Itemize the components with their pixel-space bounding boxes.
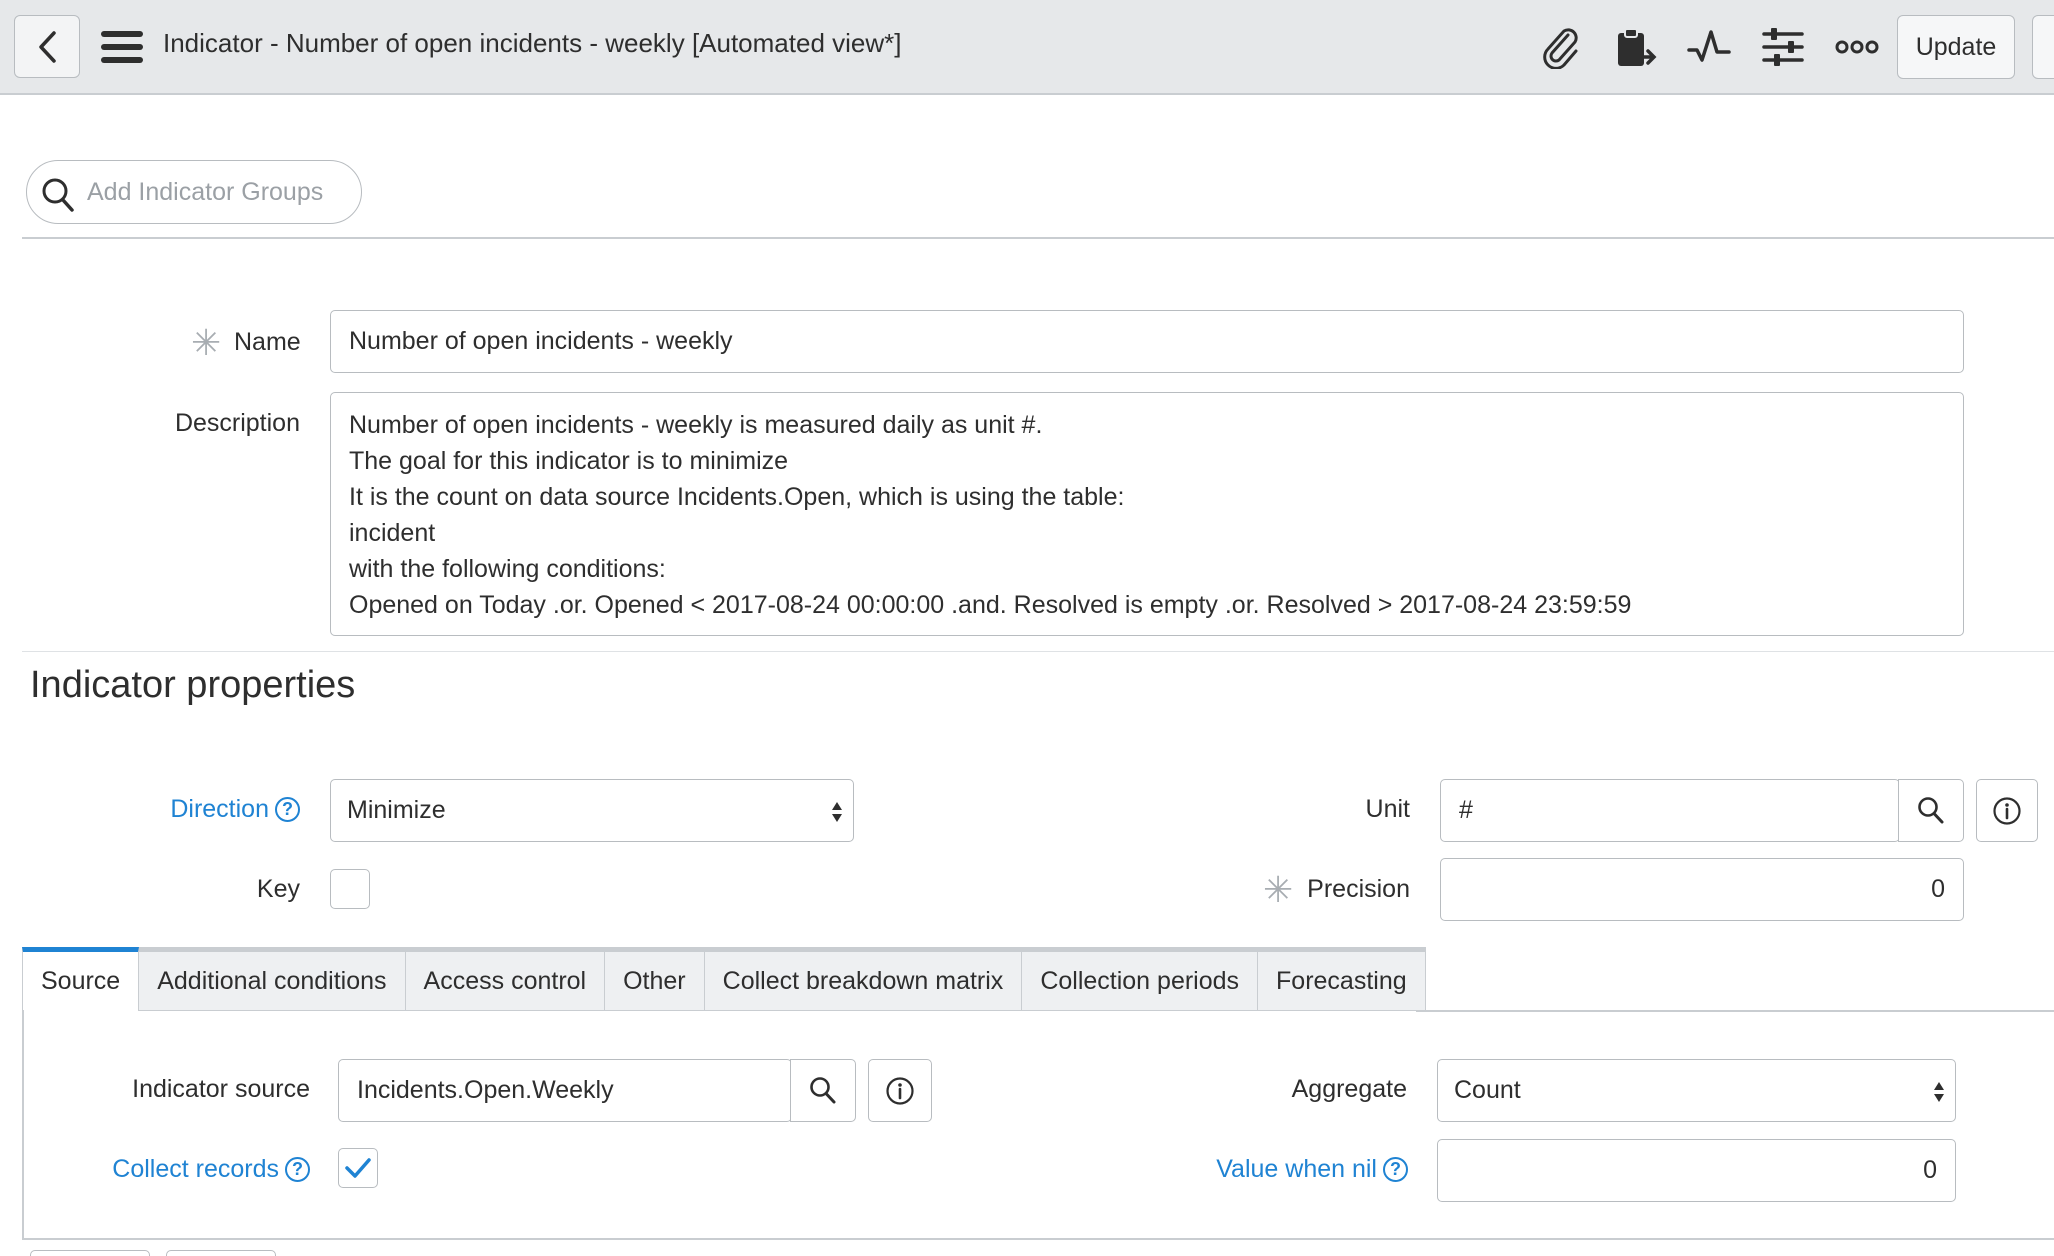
tab-access-control[interactable]: Access control	[405, 947, 606, 1011]
value-when-nil-label-text: Value when nil	[1216, 1155, 1377, 1183]
search-icon	[1918, 796, 1944, 823]
sliders-settings-icon[interactable]	[1758, 22, 1808, 72]
name-field[interactable]: Number of open incidents - weekly	[330, 310, 1964, 373]
help-icon[interactable]: ?	[285, 1157, 310, 1182]
info-icon	[1993, 796, 2021, 825]
form-bottom-button[interactable]	[166, 1250, 276, 1256]
key-label: Key	[256, 875, 300, 903]
view-name: [Automated view*]	[691, 28, 902, 58]
collect-records-label[interactable]: Collect records?	[60, 1155, 310, 1184]
description-line: It is the count on data source Incidents…	[349, 483, 1125, 511]
direction-select[interactable]: Minimize	[330, 779, 854, 842]
tab-forecasting[interactable]: Forecasting	[1258, 947, 1426, 1011]
description-line: with the following conditions:	[349, 555, 666, 583]
description-line: incident	[349, 519, 436, 547]
tab-other[interactable]: Other	[605, 947, 705, 1011]
tab-collect-breakdown-matrix[interactable]: Collect breakdown matrix	[704, 947, 1023, 1011]
search-icon	[810, 1076, 836, 1103]
description-line: Opened on Today .or. Opened < 2017-08-24…	[349, 591, 1632, 619]
indicator-source-lookup-button[interactable]	[790, 1059, 856, 1122]
aggregate-label: Aggregate	[1291, 1075, 1407, 1103]
header-next-button[interactable]	[2032, 15, 2054, 79]
precision-label: Precision	[1307, 875, 1410, 903]
tab-collection-periods[interactable]: Collection periods	[1022, 947, 1259, 1011]
key-checkbox[interactable]	[330, 869, 370, 909]
description-line: The goal for this indicator is to minimi…	[349, 447, 789, 475]
aggregate-value: Count	[1454, 1076, 1521, 1104]
hamburger-menu-icon[interactable]	[101, 31, 143, 63]
tab-panel-border	[22, 1010, 24, 1240]
divider	[22, 651, 2054, 652]
activity-pulse-icon[interactable]	[1684, 22, 1734, 72]
precision-field[interactable]: 0	[1440, 858, 1964, 921]
section-title: Indicator properties	[30, 664, 356, 706]
more-options-icon[interactable]	[1832, 22, 1882, 72]
paperclip-icon[interactable]	[1535, 22, 1585, 72]
indicator-groups-search[interactable]: Add Indicator Groups	[26, 160, 362, 224]
clipboard-export-icon[interactable]	[1610, 22, 1660, 72]
select-arrows-icon	[1934, 1082, 1944, 1102]
required-asterisk: ✳	[191, 322, 222, 363]
unit-lookup-button[interactable]	[1898, 779, 1964, 842]
collect-records-label-text: Collect records	[112, 1155, 279, 1183]
info-icon	[886, 1076, 914, 1105]
help-icon[interactable]: ?	[275, 797, 300, 822]
tab-panel-border	[1416, 1010, 2054, 1012]
page-title: Indicator - Number of open incidents - w…	[163, 28, 902, 59]
description-label: Description	[174, 409, 300, 437]
unit-field[interactable]: #	[1440, 779, 1900, 842]
unit-label: Unit	[1365, 795, 1410, 823]
form-bottom-button[interactable]	[30, 1250, 150, 1256]
groups-placeholder: Add Indicator Groups	[87, 177, 324, 206]
required-asterisk: ✳	[1263, 869, 1294, 910]
divider	[22, 237, 2054, 239]
form-tabs: Source Additional conditions Access cont…	[22, 947, 1426, 1011]
tab-additional-conditions[interactable]: Additional conditions	[139, 947, 406, 1011]
form-header: Indicator - Number of open incidents - w…	[0, 0, 2054, 95]
help-icon[interactable]: ?	[1383, 1157, 1408, 1182]
description-line: Number of open incidents - weekly is mea…	[349, 411, 1043, 439]
search-icon	[42, 178, 74, 212]
direction-value: Minimize	[347, 796, 446, 824]
value-when-nil-field[interactable]: 0	[1437, 1139, 1956, 1202]
tab-source[interactable]: Source	[22, 947, 140, 1011]
checkmark-icon	[345, 1158, 371, 1178]
back-button[interactable]	[14, 15, 80, 78]
aggregate-select[interactable]: Count	[1437, 1059, 1956, 1122]
name-label: Name	[234, 328, 301, 356]
indicator-source-info-button[interactable]	[868, 1059, 932, 1122]
value-when-nil-label[interactable]: Value when nil?	[1140, 1155, 1408, 1184]
description-field[interactable]: Number of open incidents - weekly is mea…	[330, 392, 1964, 636]
select-arrows-icon	[832, 802, 842, 822]
collect-records-checkbox[interactable]	[338, 1148, 378, 1188]
indicator-source-field[interactable]: Incidents.Open.Weekly	[338, 1059, 792, 1122]
tab-panel-border	[22, 1238, 2054, 1240]
indicator-source-label: Indicator source	[132, 1075, 310, 1103]
direction-label-text: Direction	[170, 795, 269, 823]
direction-label[interactable]: Direction?	[120, 795, 300, 824]
update-button[interactable]: Update	[1897, 15, 2015, 79]
chevron-left-icon	[39, 30, 56, 63]
record-title: Indicator - Number of open incidents - w…	[163, 28, 685, 58]
unit-info-button[interactable]	[1976, 779, 2038, 842]
